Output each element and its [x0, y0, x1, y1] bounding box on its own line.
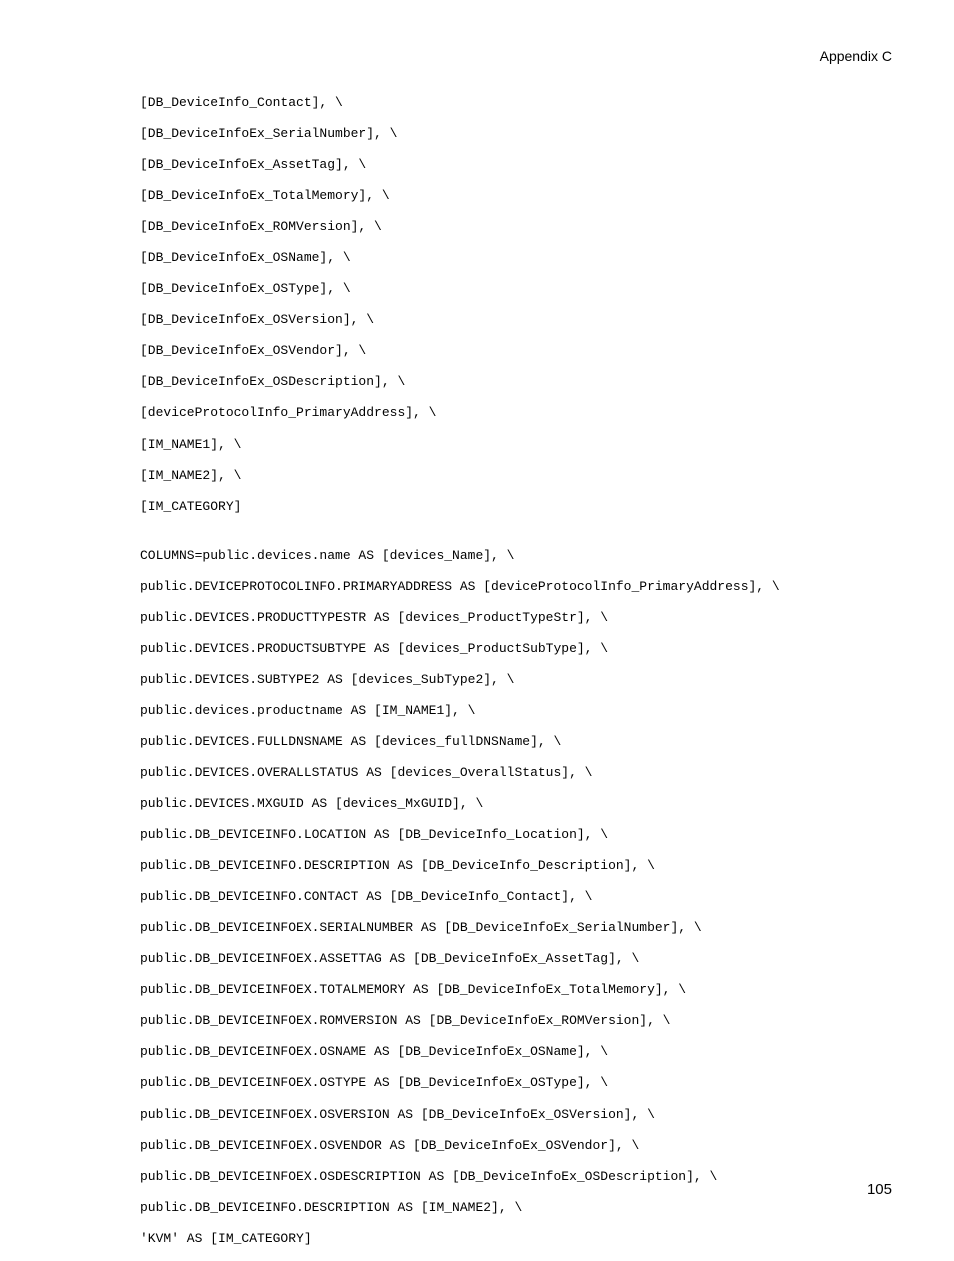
code-line: public.DEVICES.PRODUCTTYPESTR AS [device…: [140, 609, 882, 627]
appendix-header: Appendix C: [820, 48, 892, 64]
code-line: public.DB_DEVICEINFO.DESCRIPTION AS [DB_…: [140, 857, 882, 875]
code-line: [DB_DeviceInfoEx_ROMVersion], \: [140, 218, 882, 236]
code-line: public.DB_DEVICEINFO.CONTACT AS [DB_Devi…: [140, 888, 882, 906]
blank-line: [140, 529, 882, 547]
code-line: public.DB_DEVICEINFOEX.ROMVERSION AS [DB…: [140, 1012, 882, 1030]
code-line: public.devices.productname AS [IM_NAME1]…: [140, 702, 882, 720]
code-line: public.DEVICES.OVERALLSTATUS AS [devices…: [140, 764, 882, 782]
code-line: [DB_DeviceInfoEx_OSVendor], \: [140, 342, 882, 360]
code-line: public.DB_DEVICEINFOEX.TOTALMEMORY AS [D…: [140, 981, 882, 999]
code-line: public.DB_DEVICEINFOEX.OSDESCRIPTION AS …: [140, 1168, 882, 1186]
code-line: [DB_DeviceInfoEx_OSDescription], \: [140, 373, 882, 391]
code-line: [DB_DeviceInfoEx_OSName], \: [140, 249, 882, 267]
code-line: public.DB_DEVICEINFO.LOCATION AS [DB_Dev…: [140, 826, 882, 844]
code-line: public.DEVICES.SUBTYPE2 AS [devices_SubT…: [140, 671, 882, 689]
code-line: public.DEVICES.MXGUID AS [devices_MxGUID…: [140, 795, 882, 813]
code-line: public.DB_DEVICEINFOEX.ASSETTAG AS [DB_D…: [140, 950, 882, 968]
code-line: [DB_DeviceInfoEx_TotalMemory], \: [140, 187, 882, 205]
code-line: [IM_NAME1], \: [140, 436, 882, 454]
code-line: public.DB_DEVICEINFOEX.OSTYPE AS [DB_Dev…: [140, 1074, 882, 1092]
code-line: public.DB_DEVICEINFO.DESCRIPTION AS [IM_…: [140, 1199, 882, 1217]
code-line: [IM_CATEGORY]: [140, 498, 882, 516]
code-line: public.DB_DEVICEINFOEX.SERIALNUMBER AS […: [140, 919, 882, 937]
code-block: [DB_DeviceInfo_Contact], \ [DB_DeviceInfo…: [140, 94, 882, 1261]
code-line: [DB_DeviceInfoEx_OSVersion], \: [140, 311, 882, 329]
code-line: 'KVM' AS [IM_CATEGORY]: [140, 1230, 882, 1248]
code-line: public.DEVICES.FULLDNSNAME AS [devices_f…: [140, 733, 882, 751]
code-line: public.DEVICES.PRODUCTSUBTYPE AS [device…: [140, 640, 882, 658]
code-line: [deviceProtocolInfo_PrimaryAddress], \: [140, 404, 882, 422]
code-line: [DB_DeviceInfoEx_SerialNumber], \: [140, 125, 882, 143]
code-line: [DB_DeviceInfoEx_AssetTag], \: [140, 156, 882, 174]
code-line: COLUMNS=public.devices.name AS [devices_…: [140, 547, 882, 565]
code-line: [IM_NAME2], \: [140, 467, 882, 485]
code-line: public.DB_DEVICEINFOEX.OSVENDOR AS [DB_D…: [140, 1137, 882, 1155]
code-line: [DB_DeviceInfo_Contact], \: [140, 94, 882, 112]
page-number: 105: [867, 1181, 892, 1198]
code-line: public.DEVICEPROTOCOLINFO.PRIMARYADDRESS…: [140, 578, 882, 596]
code-line: public.DB_DEVICEINFOEX.OSNAME AS [DB_Dev…: [140, 1043, 882, 1061]
code-line: public.DB_DEVICEINFOEX.OSVERSION AS [DB_…: [140, 1106, 882, 1124]
code-line: [DB_DeviceInfoEx_OSType], \: [140, 280, 882, 298]
